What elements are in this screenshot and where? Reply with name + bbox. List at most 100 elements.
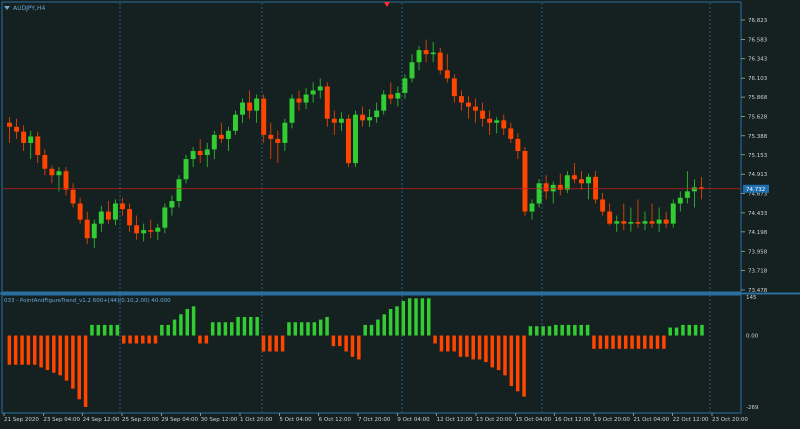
bull-candle: [254, 98, 260, 111]
bear-candle: [14, 126, 20, 132]
histogram-bar-up: [325, 316, 329, 336]
histogram-bar-up: [249, 316, 253, 336]
histogram-bar-down: [45, 335, 50, 371]
chart-canvas[interactable]: 76.823 76.583 76.343 76.103 75.868 75.628 75.3…: [0, 0, 800, 425]
bull-candle: [98, 211, 104, 224]
price-tick-label: 76.823: [748, 18, 768, 24]
triangle-down-icon: [384, 2, 390, 7]
indicator-axis: 145 0.00 -269: [746, 295, 759, 411]
bear-candle: [218, 134, 224, 139]
bull-candle: [211, 134, 217, 150]
bear-candle: [522, 151, 528, 212]
time-grid: [119, 3, 711, 412]
histogram-bar-up: [115, 324, 120, 336]
histogram-bar-up: [369, 324, 374, 336]
bear-candle: [49, 168, 55, 176]
bull-candle: [183, 159, 189, 180]
bear-candle: [345, 118, 351, 164]
histogram-bar-down: [636, 335, 641, 349]
histogram-bar-down: [592, 335, 596, 349]
histogram-bar-down: [52, 335, 56, 373]
price-axis: 76.823 76.583 76.343 76.103 75.868 75.628 75.3…: [741, 18, 769, 294]
bull-candle: [550, 184, 556, 192]
bear-candle: [148, 230, 154, 232]
bear-candle: [261, 98, 267, 135]
histogram-bar-up: [287, 322, 291, 336]
histogram-bar-up: [223, 322, 228, 336]
histogram-bar-down: [490, 335, 495, 368]
bull-candle: [176, 179, 182, 202]
triangle-down-icon[interactable]: [4, 6, 10, 10]
histogram-bar-up: [560, 324, 564, 336]
histogram-bar-down: [128, 335, 132, 344]
bull-candle: [162, 207, 168, 228]
price-tick-label: 75.388: [748, 134, 768, 140]
price-tick-label: 73.478: [748, 288, 768, 294]
bear-candle: [360, 114, 366, 121]
bull-candle: [430, 52, 436, 55]
bull-candle: [317, 86, 323, 91]
bear-candle: [84, 219, 90, 239]
bull-candle: [303, 94, 309, 103]
bear-candle: [331, 118, 337, 123]
histogram-bar-up: [109, 324, 113, 336]
bull-candle: [402, 78, 408, 93]
histogram-bar-down: [344, 335, 348, 352]
price-tick-label: 74.913: [748, 172, 768, 178]
histogram-bar-down: [134, 335, 139, 344]
histogram-bar-up: [363, 324, 367, 336]
histogram-bar-down: [630, 335, 634, 349]
histogram-bar-up: [420, 298, 425, 336]
histogram-bar-down: [280, 335, 285, 352]
bear-candle: [120, 203, 125, 210]
histogram-bar-down: [643, 335, 647, 349]
bull-candle: [670, 203, 676, 224]
time-tick-label: 25 Sep 20:00: [122, 417, 159, 423]
bear-candle: [388, 94, 394, 99]
histogram-bar-up: [160, 324, 164, 336]
histogram-bar-down: [465, 335, 469, 357]
histogram-bar-down: [26, 335, 31, 365]
histogram-bar-up: [255, 316, 259, 336]
current-price-label: 74.732: [746, 187, 765, 193]
histogram-bar-up: [306, 322, 310, 336]
chart-window[interactable]: 76.823 76.583 76.343 76.103 75.868 75.628 75.3…: [0, 0, 800, 425]
histogram-bar-up: [585, 324, 590, 336]
trend-histogram: [7, 298, 704, 407]
price-tick-label: 75.153: [748, 153, 768, 159]
bear-candle: [127, 209, 133, 226]
histogram-bar-down: [338, 335, 342, 347]
time-tick-label: 6 Oct 12:00: [319, 417, 352, 423]
histogram-bar-down: [471, 335, 475, 360]
bear-candle: [543, 183, 549, 192]
bear-candle: [458, 96, 464, 103]
bear-candle: [473, 106, 479, 111]
candles-series: [3, 39, 741, 248]
time-tick-label: 13 Oct 20:00: [476, 417, 512, 423]
price-tick-label: 74.198: [748, 230, 768, 236]
time-tick-label: 12 Oct 12:00: [437, 417, 473, 423]
histogram-bar-down: [274, 335, 278, 352]
main-chart-frame: [1, 1, 742, 293]
histogram-bar-down: [153, 335, 158, 344]
bear-candle: [515, 138, 521, 152]
bear-candle: [324, 86, 330, 119]
histogram-bar-up: [376, 319, 380, 336]
bull-candle: [225, 130, 231, 139]
histogram-bar-up: [312, 322, 317, 336]
time-tick-label: 5 Oct 04:00: [279, 417, 312, 423]
bull-candle: [289, 98, 295, 123]
time-axis: 21 Sep 2020 23 Sep 04:00 24 Sep 12:00 25 Se…: [3, 413, 748, 423]
bear-candle: [480, 110, 486, 119]
histogram-bar-up: [554, 324, 558, 336]
histogram-bar-down: [655, 335, 660, 349]
bear-candle: [275, 138, 281, 143]
price-tick-label: 73.718: [748, 269, 768, 275]
histogram-bar-down: [522, 335, 526, 397]
histogram-bar-down: [509, 335, 514, 387]
bear-candle: [63, 171, 69, 190]
bull-candle: [367, 117, 373, 121]
time-tick-label: 23 Sep 04:00: [43, 417, 80, 423]
histogram-bar-down: [121, 335, 126, 344]
bull-candle: [628, 222, 634, 224]
